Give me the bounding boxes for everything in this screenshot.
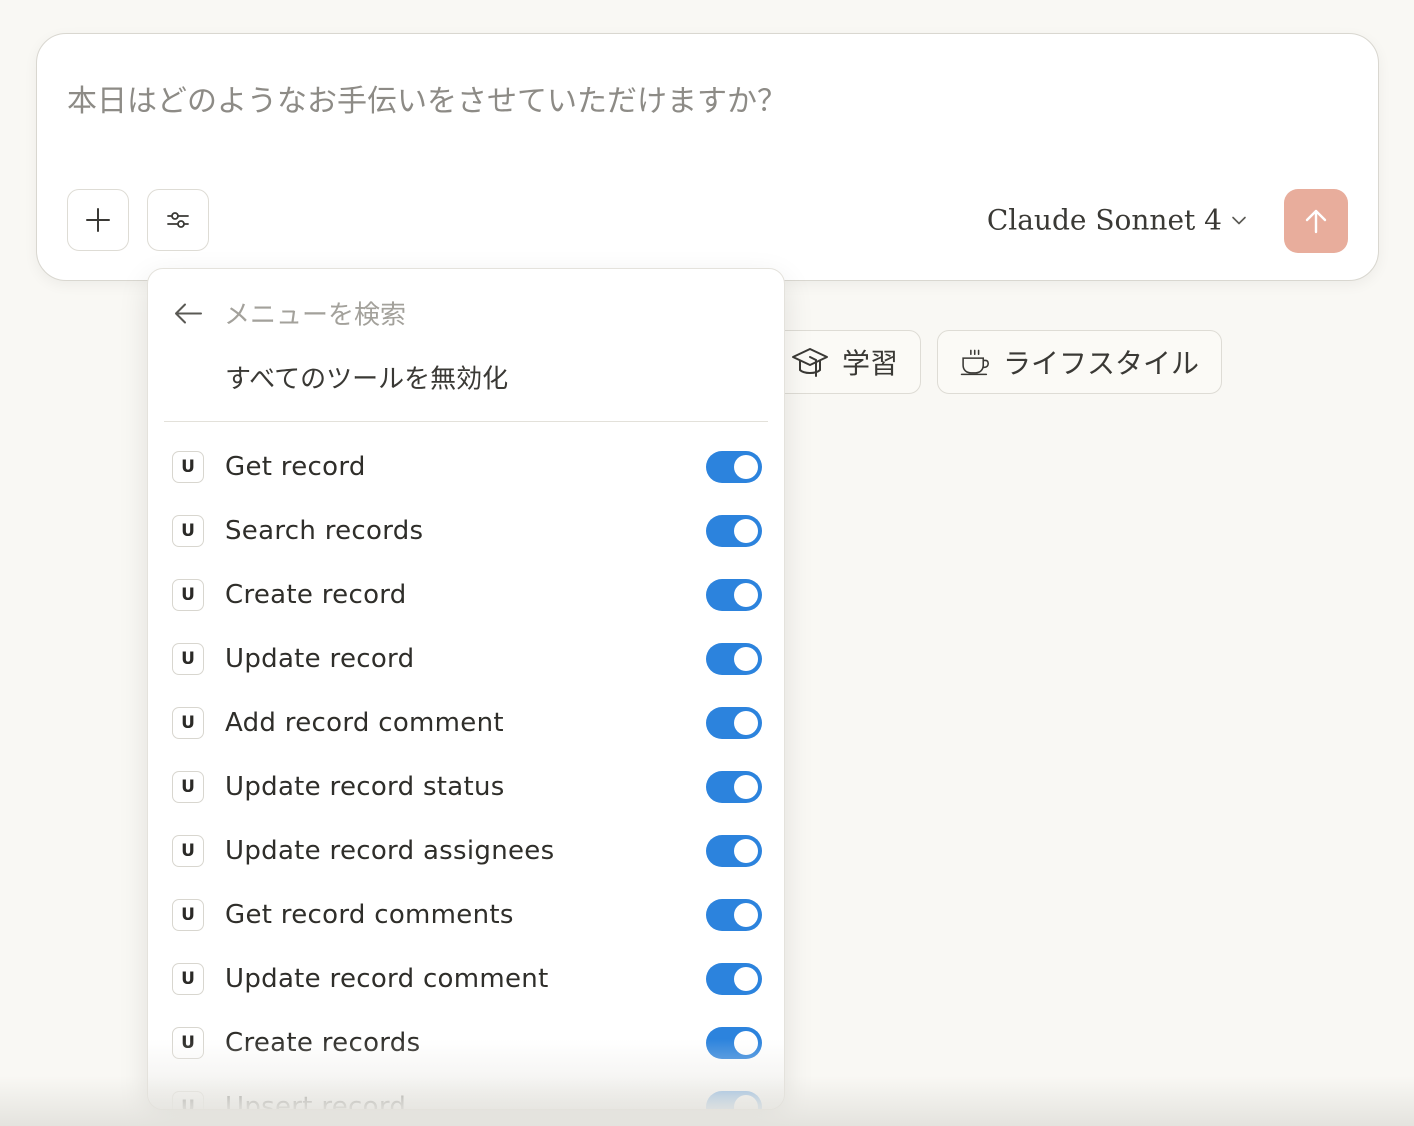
tool-label: Add record comment bbox=[225, 708, 504, 738]
tool-badge: U bbox=[172, 579, 204, 611]
tool-label: Create record bbox=[225, 580, 407, 610]
tool-toggle[interactable] bbox=[706, 579, 762, 611]
page: 本日はどのようなお手伝いをさせていただけますか？ Claude Sonnet 4 bbox=[0, 0, 1414, 1126]
tool-row[interactable]: U Add record comment bbox=[148, 691, 784, 755]
sliders-icon bbox=[167, 212, 189, 228]
plus-icon bbox=[86, 208, 110, 232]
tool-badge: U bbox=[172, 643, 204, 675]
chat-composer: 本日はどのようなお手伝いをさせていただけますか？ Claude Sonnet 4 bbox=[36, 33, 1379, 281]
tool-row[interactable]: U Get record bbox=[148, 435, 784, 499]
toggle-knob bbox=[734, 1031, 758, 1055]
tool-toggle[interactable] bbox=[706, 707, 762, 739]
arrow-left-icon[interactable] bbox=[172, 301, 204, 325]
menu-search-input[interactable]: メニューを検索 bbox=[224, 295, 406, 332]
tool-badge: U bbox=[172, 771, 204, 803]
coffee-cup-icon bbox=[960, 349, 989, 376]
tool-row[interactable]: U Create record bbox=[148, 563, 784, 627]
tool-toggle[interactable] bbox=[706, 451, 762, 483]
tool-label: Update record bbox=[225, 644, 415, 674]
tool-row[interactable]: U Create records bbox=[148, 1011, 784, 1075]
toggle-knob bbox=[734, 839, 758, 863]
tool-row[interactable]: U Update record assignees bbox=[148, 819, 784, 883]
tool-badge: U bbox=[172, 451, 204, 483]
tool-toggle[interactable] bbox=[706, 835, 762, 867]
page-bottom-fade bbox=[0, 1076, 1414, 1126]
tool-toggle[interactable] bbox=[706, 899, 762, 931]
tool-badge: U bbox=[172, 515, 204, 547]
tool-row[interactable]: U Get record comments bbox=[148, 883, 784, 947]
tool-list: U Get record U Search records U Create record… bbox=[148, 435, 784, 1109]
tool-badge: U bbox=[172, 1027, 204, 1059]
toggle-knob bbox=[734, 967, 758, 991]
toggle-knob bbox=[734, 519, 758, 543]
tool-badge: U bbox=[172, 707, 204, 739]
toggle-knob bbox=[734, 903, 758, 927]
menu-search[interactable]: メニューを検索 bbox=[172, 295, 406, 332]
message-input[interactable]: 本日はどのようなお手伝いをさせていただけますか？ bbox=[67, 76, 787, 120]
send-button[interactable] bbox=[1284, 189, 1348, 253]
tool-toggle[interactable] bbox=[706, 771, 762, 803]
tool-badge: U bbox=[172, 835, 204, 867]
tool-label: Update record status bbox=[225, 772, 505, 802]
chip-lifestyle[interactable]: ライフスタイル bbox=[937, 330, 1222, 394]
tool-label: Update record comment bbox=[225, 964, 549, 994]
tools-button[interactable] bbox=[147, 189, 209, 251]
tool-label: Update record assignees bbox=[225, 836, 555, 866]
chip-learning-label: 学習 bbox=[841, 347, 898, 380]
tool-label: Get record bbox=[225, 452, 366, 482]
tool-label: Get record comments bbox=[225, 900, 514, 930]
tool-row[interactable]: U Update record bbox=[148, 627, 784, 691]
toggle-knob bbox=[734, 711, 758, 735]
tool-row[interactable]: U Update record status bbox=[148, 755, 784, 819]
tool-badge: U bbox=[172, 899, 204, 931]
model-selector[interactable]: Claude Sonnet 4 bbox=[987, 204, 1248, 237]
tools-menu: メニューを検索 すべてのツールを無効化 U Get record U Search r… bbox=[147, 268, 785, 1110]
toggle-knob bbox=[734, 455, 758, 479]
menu-divider bbox=[164, 421, 768, 422]
chip-lifestyle-label: ライフスタイル bbox=[1002, 347, 1199, 380]
tool-toggle[interactable] bbox=[706, 1027, 762, 1059]
tool-label: Search records bbox=[225, 516, 424, 546]
toggle-knob bbox=[734, 583, 758, 607]
tool-row[interactable]: U Update record comment bbox=[148, 947, 784, 1011]
add-content-button[interactable] bbox=[67, 189, 129, 251]
tool-toggle[interactable] bbox=[706, 643, 762, 675]
tool-badge: U bbox=[172, 963, 204, 995]
tool-label: Create records bbox=[225, 1028, 421, 1058]
chevron-down-icon bbox=[1232, 216, 1246, 224]
tool-toggle[interactable] bbox=[706, 963, 762, 995]
toggle-knob bbox=[734, 647, 758, 671]
toggle-knob bbox=[734, 775, 758, 799]
model-name: Claude Sonnet 4 bbox=[986, 203, 1222, 237]
disable-all-tools-button[interactable]: すべてのツールを無効化 bbox=[225, 359, 508, 396]
tool-row[interactable]: U Search records bbox=[148, 499, 784, 563]
graduation-cap-icon bbox=[791, 348, 828, 377]
arrow-up-icon bbox=[1305, 209, 1327, 234]
tool-toggle[interactable] bbox=[706, 515, 762, 547]
